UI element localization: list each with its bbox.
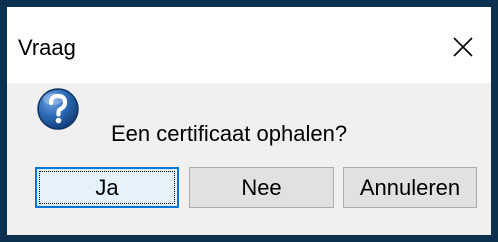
cancel-button[interactable]: Annuleren — [343, 167, 477, 208]
close-icon — [453, 37, 473, 57]
title-bar: Vraag — [7, 7, 491, 83]
yes-button[interactable]: Ja — [35, 167, 179, 208]
dialog-message: Een certificaat ophalen? — [111, 121, 348, 146]
bottom-padding — [7, 226, 491, 235]
yes-button-label: Ja — [95, 174, 119, 200]
cancel-button-label: Annuleren — [359, 174, 461, 200]
no-button[interactable]: Nee — [189, 167, 334, 208]
question-icon — [37, 88, 79, 130]
close-button[interactable] — [445, 29, 481, 65]
dialog-window: Vraag Een certificaat ophalen? Ja Nee An… — [0, 0, 498, 242]
dialog-body: Een certificaat ophalen? — [7, 83, 491, 158]
no-button-label: Nee — [241, 174, 282, 200]
window-title: Vraag — [18, 35, 76, 60]
button-bar: Ja Nee Annuleren — [7, 158, 491, 226]
